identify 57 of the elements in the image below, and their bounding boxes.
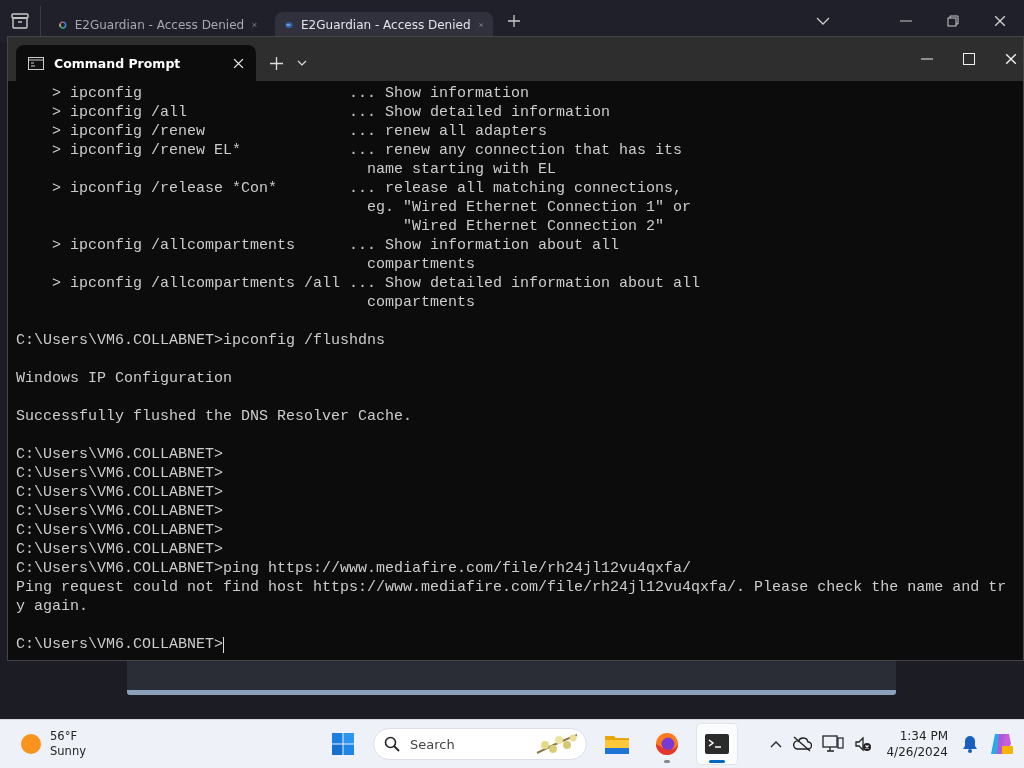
browser-tab[interactable]: E2Guardian - Access Denied <box>275 11 493 39</box>
close-icon <box>233 57 244 69</box>
new-tab-button[interactable] <box>270 56 283 70</box>
clock-date[interactable]: 4/26/2024 <box>886 744 948 760</box>
console-line: > ipconfig /allcompartments /all ... Show detailed information about all <box>51 274 701 293</box>
restore-button[interactable] <box>947 15 959 27</box>
console-line: name starting with EL <box>366 160 557 179</box>
terminal-icon <box>705 734 729 754</box>
console-icon <box>28 56 44 70</box>
close-icon <box>478 20 483 30</box>
console-line: C:\Users\VM6.COLLABNET> <box>16 521 224 540</box>
console-prompt: C:\Users\VM6.COLLABNET> <box>16 635 224 654</box>
windows-logo-icon <box>331 732 355 756</box>
show-hidden-icons-button[interactable] <box>770 740 783 748</box>
branch-drawing <box>535 731 579 757</box>
clock-time[interactable]: 1:34 PM <box>899 728 948 744</box>
console-line: compartments <box>366 293 476 312</box>
close-icon <box>994 15 1006 27</box>
console-line: C:\Users\VM6.COLLABNET> <box>16 445 224 464</box>
console-line: > ipconfig /release *Con* ... release all matching connections, <box>51 179 683 198</box>
console-line: compartments <box>366 255 476 274</box>
folder-icon <box>604 733 630 755</box>
temperature: 56°F <box>50 729 77 744</box>
console-line: C:\Users\VM6.COLLABNET> <box>16 540 224 559</box>
console-line: C:\Users\VM6.COLLABNET> <box>16 502 224 521</box>
console-line: "Wired Ethernet Connection 2" <box>402 217 665 236</box>
console-line: > ipconfig /all ... Show detailed information <box>51 103 611 122</box>
weather-condition: Sunny <box>50 744 86 759</box>
console-line: Ping request could not find host https://www.mediafire.com/file/rh24jl12vu4qxfa/. Please check the name and tr <box>16 578 1007 597</box>
close-button[interactable] <box>994 15 1006 27</box>
console-line: Windows IP Configuration <box>16 369 233 388</box>
console-line: > ipconfig ... Show information <box>51 84 530 103</box>
console-line: > ipconfig /allcompartments ... Show information about all <box>51 236 620 255</box>
close-icon <box>252 20 257 30</box>
search-box[interactable]: Search <box>373 728 587 760</box>
close-icon <box>1005 53 1017 65</box>
tab-archive-icon[interactable] <box>11 13 29 29</box>
console-line: eg. "Wired Ethernet Connection 1" or <box>366 198 692 217</box>
terminal-button[interactable] <box>697 724 737 764</box>
tab-list-button[interactable] <box>816 16 830 26</box>
console-line: Successfully flushed the DNS Resolver Cache. <box>16 407 413 426</box>
cloud-off-icon[interactable] <box>792 736 813 752</box>
console-line: > ipconfig /renew ... renew all adapters <box>51 122 548 141</box>
new-tab-button[interactable] <box>507 14 521 28</box>
console-line: C:\Users\VM6.COLLABNET> <box>16 483 224 502</box>
maximize-button[interactable] <box>963 53 975 65</box>
bell-icon[interactable] <box>962 735 978 753</box>
terminal-tab[interactable]: Command Prompt <box>16 45 256 81</box>
dropdown-button[interactable] <box>297 60 307 66</box>
speaker-muted-icon[interactable] <box>854 736 873 752</box>
console-line: C:\Users\VM6.COLLABNET>ipconfig /flushdns <box>16 331 386 350</box>
network-icon[interactable] <box>822 735 845 753</box>
search-icon <box>384 736 400 752</box>
console-line: C:\Users\VM6.COLLABNET>ping https://www.mediafire.com/file/rh24jl12vu4qxfa/ <box>16 559 692 578</box>
console-line: y again. <box>16 597 88 616</box>
console-line: C:\Users\VM6.COLLABNET> <box>16 464 224 483</box>
console-line: > ipconfig /renew EL* ... renew any connection that has its <box>51 141 683 160</box>
